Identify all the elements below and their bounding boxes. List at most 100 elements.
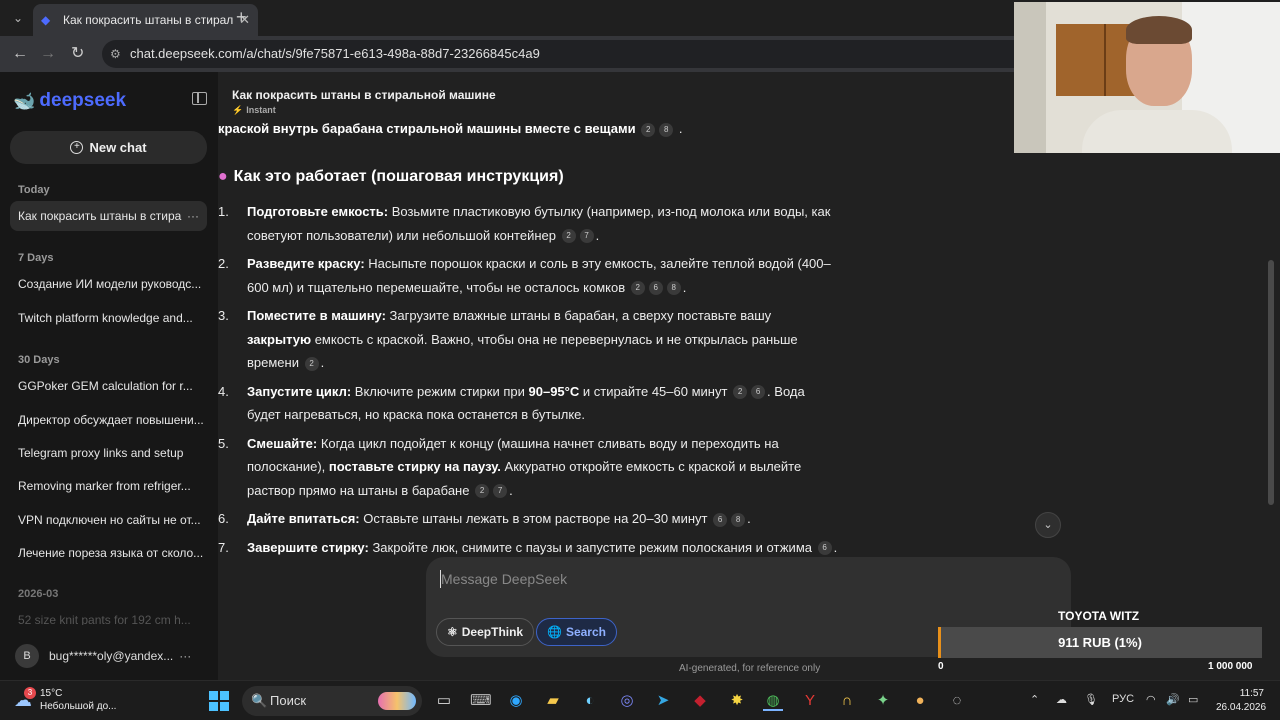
start-button[interactable] [209,691,229,711]
citation-badge[interactable]: 2 [630,281,645,296]
chat-app-icon[interactable]: ◐ [580,691,600,711]
back-button[interactable]: ← [12,44,28,64]
edge-icon[interactable]: ◉ [506,691,526,711]
user-profile[interactable]: B bug******oly@yandex... ··· [15,644,191,668]
step-number: 7. [218,539,229,555]
winamp-icon[interactable]: ✸ [727,691,747,711]
chat-item[interactable]: 52 size knit pants for 192 cm h... [18,613,204,625]
clock-date: 26.04.2026 [1216,702,1267,713]
cam-person-shirt [1082,110,1232,153]
task-view-icon[interactable]: ▭ [434,691,454,711]
chat-item[interactable]: GGPoker GEM calculation for r... [18,379,204,393]
clock-time: 11:57 [1239,688,1264,699]
microphone-icon[interactable]: 🎙 [1084,693,1098,706]
message-input[interactable]: Message DeepSeek [441,571,567,587]
chat-item[interactable]: Лечение пореза языка от сколо... [18,546,204,560]
scroll-down-button[interactable]: ⌄ [1035,512,1061,538]
headphones-icon[interactable]: ∩ [837,691,857,711]
sidebar-toggle-icon[interactable] [192,92,207,105]
step-number: 2. [218,256,229,271]
citation-badge[interactable]: 2 [733,385,748,400]
goal-max: 1 000 000 [1208,661,1253,672]
citation-badge[interactable]: 7 [579,229,594,244]
cam-person-hair [1126,16,1192,44]
citation-badge[interactable]: 2 [641,122,656,137]
chat-item[interactable]: Twitch platform knowledge and... [18,311,204,325]
citation-badge[interactable]: 8 [731,512,746,527]
scrollbar[interactable] [1268,260,1274,505]
yandex-icon[interactable]: Y [800,691,820,711]
citation-badge[interactable]: 2 [475,484,490,499]
deepseek-logo[interactable]: 🐋 deepseek [13,90,126,112]
chat-options-icon[interactable]: ··· [187,201,199,231]
chat-item[interactable]: Removing marker from refriger... [18,479,204,493]
globe-icon: 🌐 [547,625,562,639]
game-icon[interactable]: ● [910,691,930,711]
step-period: . [682,279,687,295]
citation-badge[interactable]: 6 [751,385,766,400]
chat-item[interactable]: Telegram proxy links and setup [18,446,204,460]
app-icon[interactable]: ◆ [690,691,710,711]
chrome-icon[interactable]: ◍ [763,691,783,711]
file-explorer-icon[interactable]: ▰ [543,691,563,711]
citation-badge[interactable]: 6 [648,281,663,296]
wifi-icon[interactable]: ◠ [1146,693,1156,706]
clock[interactable]: 11:57 26.04.2026 [1216,687,1267,715]
new-tab-button[interactable]: + [236,8,247,26]
chat-item[interactable]: Директор обсуждает повышени... [18,413,204,427]
step-item: 5. Смешайте: Когда цикл подойдет к концу… [218,432,838,503]
battery-icon[interactable]: ▭ [1188,693,1198,706]
taskbar-search-label: Поиск [270,693,307,708]
forward-button[interactable]: → [40,44,56,64]
step-item: 7. Завершите стирку: Закройте люк, сними… [218,536,838,557]
citation-badge[interactable]: 2 [304,356,319,371]
search-button[interactable]: 🌐 Search [536,618,617,646]
chat-title: Как покрасить штаны в стиральной машине [232,88,496,102]
citation-badge[interactable]: 8 [666,281,681,296]
citation-badge[interactable]: 8 [659,122,674,137]
deepthink-label: DeepThink [461,625,524,639]
deepseek-favicon-icon: ◆ [41,13,51,27]
volume-icon[interactable]: 🔊 [1166,693,1180,706]
step-item: 3. Поместите в машину: Загрузите влажные… [218,304,838,375]
chat-item[interactable]: Создание ИИ модели руководс... [18,277,204,291]
browser-tab[interactable]: ◆ Как покрасить штаны в стирал ✕ [33,4,258,36]
citation-badge[interactable]: 6 [817,541,832,556]
obs-icon[interactable]: ◌ [947,691,967,711]
citation-badge[interactable]: 2 [561,229,576,244]
chat-item-active[interactable]: Как покрасить штаны в стира ··· [10,201,207,231]
reload-button[interactable]: ↻ [71,44,84,64]
discord-icon[interactable]: ◎ [617,691,637,711]
section-heading: ● Как это работает (пошаговая инструкция… [218,168,838,186]
citation-badge[interactable]: 6 [713,512,728,527]
gem-icon: ● [218,168,228,185]
weather-widget[interactable]: ☁ 3 15°C Небольшой до... [14,686,116,713]
section-today: Today [18,184,50,196]
step-text: Загрузите влажные штаны в барабан, а све… [385,308,772,323]
intro-end: . [678,121,683,136]
chat-item[interactable]: VPN подключен но сайты не от... [18,513,204,527]
network-app-icon[interactable]: ✦ [873,691,893,711]
site-info-icon[interactable]: ⚙ [110,40,121,68]
deepthink-button[interactable]: ⚛ DeepThink [436,618,535,646]
taskbar-search[interactable]: 🔍 Поиск [242,686,422,716]
telegram-icon[interactable]: ➤ [653,691,673,711]
user-menu-icon[interactable]: ··· [179,649,191,663]
step-label: Поместите в машину: [247,308,386,323]
tray-overflow-icon[interactable]: ⌃ [1030,693,1039,706]
avatar: B [15,644,39,668]
url-field[interactable]: ⚙ chat.deepseek.com/a/chat/s/9fe75871-e6… [102,40,1102,68]
step-number: 6. [218,511,229,526]
heading-text: Как это работает (пошаговая инструкция) [233,168,564,185]
language-indicator[interactable]: РУС [1112,693,1134,705]
citation-badge[interactable]: 7 [493,484,508,499]
step-number: 1. [218,204,229,219]
goal-title: TOYOTA WITZ [1058,609,1140,623]
keyboard-app-icon[interactable]: ⌨ [470,691,492,711]
step-label: Подготовьте емкость: [247,204,389,219]
new-chat-button[interactable]: + New chat [10,131,207,164]
cloud-icon[interactable]: ☁ [1056,693,1067,706]
tab-list-icon[interactable]: ⌄ [8,8,28,28]
whale-logo-icon: 🐋 [13,90,36,111]
goal-progress-label: 911 RUB (1%) [1058,635,1142,650]
